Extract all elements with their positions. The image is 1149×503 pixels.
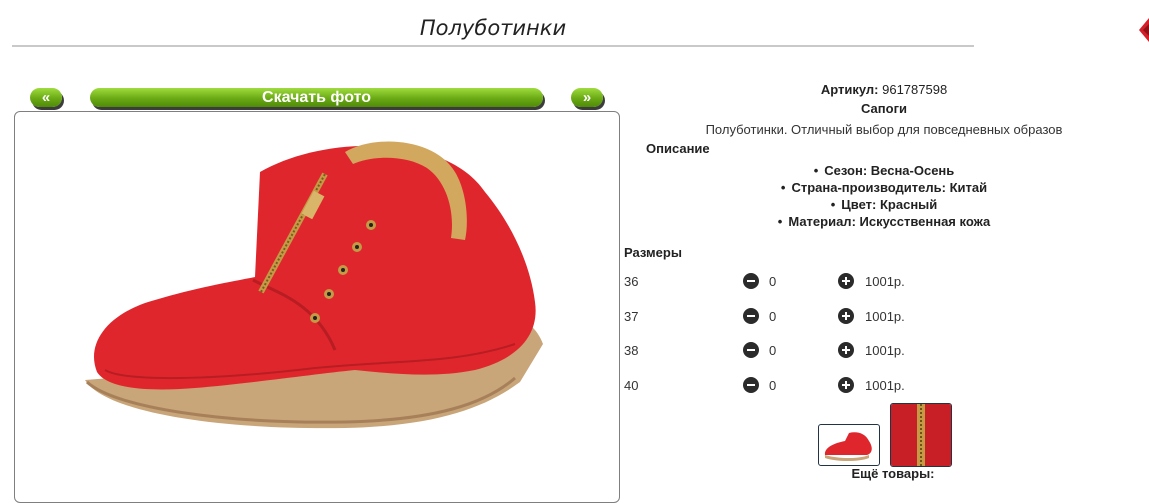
feature-country: Страна-производитель: Китай [624,179,1144,196]
scroll-up-arrow-icon[interactable] [1136,18,1149,48]
description-heading: Описание [646,141,710,156]
increase-quantity-icon[interactable] [838,308,854,324]
page-title: Полуботинки [419,16,567,40]
more-products-heading: Ещё товары: [851,466,935,481]
size-price: 1001р. [865,378,905,393]
increase-quantity-icon[interactable] [838,273,854,289]
prev-photo-button[interactable]: « [30,88,62,107]
size-row: 40 0 1001р. [624,375,924,395]
size-price: 1001р. [865,309,905,324]
article-line: Артикул: 961787598 [624,82,1144,97]
product-photo[interactable] [15,112,619,502]
product-photo-frame [14,111,620,503]
size-value: 36 [624,274,639,289]
feature-material: Материал: Искусственная кожа [624,213,1144,230]
product-category: Сапоги [861,101,907,116]
size-value: 40 [624,378,639,393]
quantity-value: 0 [769,378,777,393]
size-price: 1001р. [865,274,905,289]
size-row: 37 0 1001р. [624,306,924,326]
size-price: 1001р. [865,343,905,358]
thumbnail-zipper-detail[interactable] [890,403,952,467]
decrease-quantity-icon[interactable] [743,342,759,358]
decrease-quantity-icon[interactable] [743,377,759,393]
feature-season: Сезон: Весна-Осень [624,162,1144,179]
download-photo-button[interactable]: Скачать фото [90,88,543,107]
description-list: Сезон: Весна-Осень Страна-производитель:… [624,162,1144,230]
title-divider [12,45,974,47]
size-value: 37 [624,309,639,324]
sizes-heading: Размеры [624,245,682,260]
product-summary: Полуботинки. Отличный выбор для повседне… [705,122,1063,137]
decrease-quantity-icon[interactable] [743,273,759,289]
size-row: 38 0 1001р. [624,340,924,360]
decrease-quantity-icon[interactable] [743,308,759,324]
quantity-value: 0 [769,343,777,358]
next-photo-button[interactable]: » [571,88,603,107]
increase-quantity-icon[interactable] [838,342,854,358]
quantity-value: 0 [769,274,777,289]
article-value: 961787598 [882,82,948,97]
quantity-value: 0 [769,309,777,324]
feature-color: Цвет: Красный [624,196,1144,213]
size-row: 36 0 1001р. [624,271,924,291]
increase-quantity-icon[interactable] [838,377,854,393]
article-label: Артикул: [820,82,879,97]
thumbnail-side-view[interactable] [818,424,880,466]
size-value: 38 [624,343,639,358]
